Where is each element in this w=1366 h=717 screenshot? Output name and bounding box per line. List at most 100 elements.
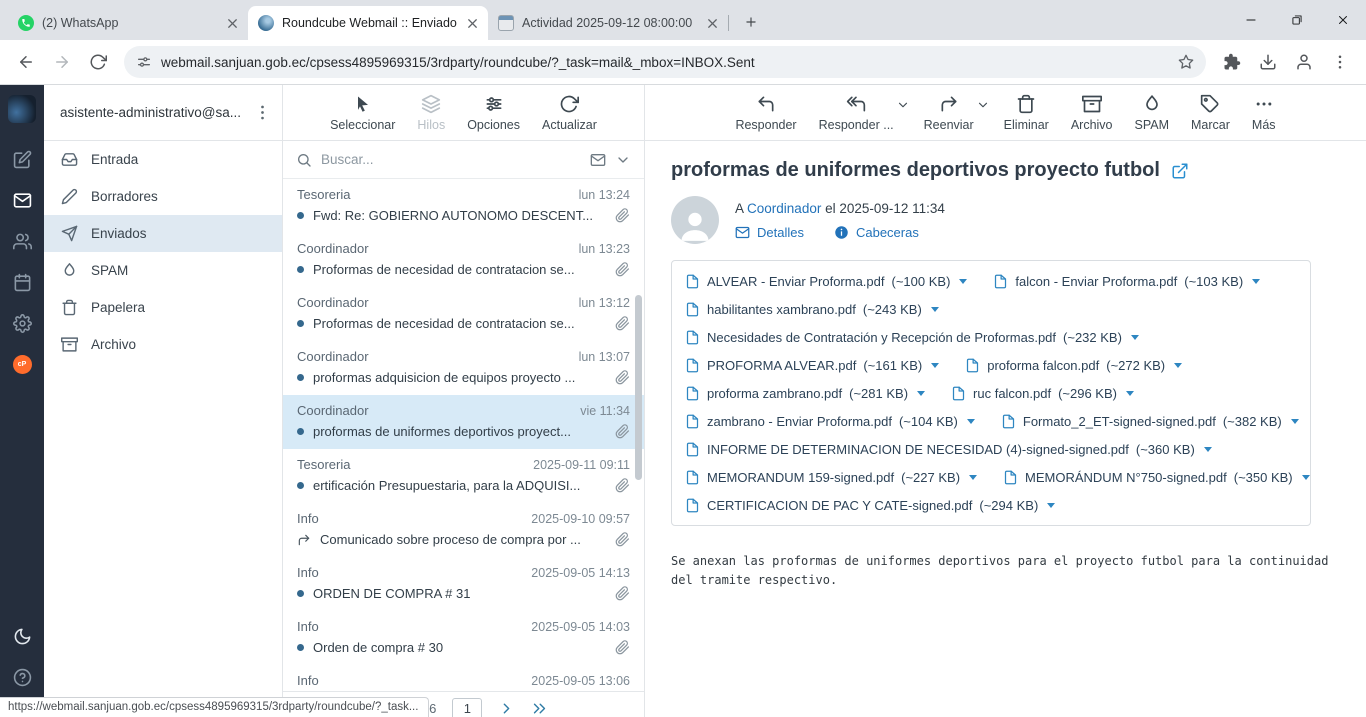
attachment-name[interactable]: MEMORANDUM 159-signed.pdf (707, 470, 894, 485)
compose-button[interactable] (0, 139, 44, 180)
back-button[interactable] (10, 46, 42, 78)
attachment-menu-caret-icon[interactable] (1204, 447, 1212, 452)
details-link[interactable]: Detalles (735, 225, 804, 240)
sidebar-item-archivo[interactable]: Archivo (44, 326, 282, 363)
tab-close-icon[interactable] (465, 16, 480, 31)
headers-link[interactable]: Cabeceras (834, 225, 919, 240)
attachment-item[interactable]: CERTIFICACION DE PAC Y CATE-signed.pdf (… (685, 498, 1055, 513)
attachment-item[interactable]: PROFORMA ALVEAR.pdf (~161 KB) (685, 358, 939, 373)
attachment-name[interactable]: Formato_2_ET-signed-signed.pdf (1023, 414, 1216, 429)
address-bar[interactable]: webmail.sanjuan.gob.ec/cpsess4895969315/… (124, 46, 1206, 78)
help-button[interactable] (0, 657, 44, 698)
attachment-name[interactable]: habilitantes xambrano.pdf (707, 302, 856, 317)
attachment-name[interactable]: INFORME DE DETERMINACION DE NECESIDAD (4… (707, 442, 1129, 457)
downloads-button[interactable] (1252, 46, 1284, 78)
select-button[interactable]: Seleccionar (324, 94, 401, 132)
attachment-menu-caret-icon[interactable] (931, 363, 939, 368)
attachment-menu-caret-icon[interactable] (931, 307, 939, 312)
message-row[interactable]: Info 2025-09-10 09:57 Comunicado sobre p… (283, 503, 644, 557)
sidebar-item-spam[interactable]: SPAM (44, 252, 282, 289)
reply-button[interactable]: Responder (727, 94, 804, 132)
settings-nav-button[interactable] (0, 303, 44, 344)
message-row[interactable]: Tesoreria 2025-09-11 09:11 ertificación … (283, 449, 644, 503)
attachment-name[interactable]: CERTIFICACION DE PAC Y CATE-signed.pdf (707, 498, 972, 513)
attachment-name[interactable]: ruc falcon.pdf (973, 386, 1051, 401)
attachment-item[interactable]: ruc falcon.pdf (~296 KB) (951, 386, 1134, 401)
page-input[interactable]: 1 (452, 698, 482, 717)
message-row[interactable]: Tesoreria lun 13:24 Fwd: Re: GOBIERNO AU… (283, 179, 644, 233)
attachment-name[interactable]: proforma zambrano.pdf (707, 386, 842, 401)
browser-tab[interactable]: Roundcube Webmail :: Enviado (248, 6, 488, 40)
tab-close-icon[interactable] (705, 16, 720, 31)
attachment-item[interactable]: ALVEAR - Enviar Proforma.pdf (~100 KB) (685, 274, 967, 289)
minimize-button[interactable] (1228, 0, 1274, 40)
search-icon[interactable] (296, 152, 312, 168)
url-text[interactable]: webmail.sanjuan.gob.ec/cpsess4895969315/… (161, 55, 1169, 70)
sidebar-item-borradores[interactable]: Borradores (44, 178, 282, 215)
tab-close-icon[interactable] (225, 16, 240, 31)
message-row[interactable]: Coordinador lun 13:23 Proformas de neces… (283, 233, 644, 287)
attachment-name[interactable]: PROFORMA ALVEAR.pdf (707, 358, 856, 373)
dark-mode-toggle[interactable] (0, 616, 44, 657)
archive-button[interactable]: Archivo (1063, 94, 1121, 132)
cpanel-button[interactable] (0, 344, 44, 385)
attachment-name[interactable]: falcon - Enviar Proforma.pdf (1015, 274, 1177, 289)
account-menu-icon[interactable] (253, 103, 272, 122)
browser-tab[interactable]: (2) WhatsApp (8, 6, 248, 40)
list-scrollbar[interactable] (635, 295, 642, 480)
forward-button[interactable] (46, 46, 78, 78)
reply-all-caret-icon[interactable] (896, 98, 910, 112)
message-row[interactable]: Info 2025-09-05 14:03 Orden de compra # … (283, 611, 644, 665)
message-row[interactable]: Coordinador lun 13:07 proformas adquisic… (283, 341, 644, 395)
sidebar-item-enviados[interactable]: Enviados (44, 215, 282, 252)
threads-button[interactable]: Hilos (411, 94, 451, 132)
new-tab-button[interactable] (738, 9, 764, 35)
message-row[interactable]: Coordinador vie 11:34 proformas de unifo… (283, 395, 644, 449)
attachment-item[interactable]: INFORME DE DETERMINACION DE NECESIDAD (4… (685, 442, 1212, 457)
attachment-item[interactable]: falcon - Enviar Proforma.pdf (~103 KB) (993, 274, 1260, 289)
contacts-nav-button[interactable] (0, 221, 44, 262)
bookmark-star-icon[interactable] (1178, 54, 1194, 70)
attachment-name[interactable]: Necesidades de Contratación y Recepción … (707, 330, 1056, 345)
sidebar-item-entrada[interactable]: Entrada (44, 141, 282, 178)
mail-nav-button[interactable] (0, 180, 44, 221)
reply-all-button[interactable]: Responder ... (811, 94, 902, 132)
message-row[interactable]: Info 2025-09-05 14:13 ORDEN DE COMPRA # … (283, 557, 644, 611)
attachment-name[interactable]: MEMORÁNDUM N°750-signed.pdf (1025, 470, 1227, 485)
site-settings-icon[interactable] (136, 54, 152, 70)
forward-caret-icon[interactable] (976, 98, 990, 112)
recipient-link[interactable]: Coordinador (747, 201, 821, 216)
attachment-menu-caret-icon[interactable] (1302, 475, 1310, 480)
attachment-item[interactable]: MEMORANDUM 159-signed.pdf (~227 KB) (685, 470, 977, 485)
refresh-list-button[interactable]: Actualizar (536, 94, 603, 132)
attachment-name[interactable]: ALVEAR - Enviar Proforma.pdf (707, 274, 885, 289)
attachment-menu-caret-icon[interactable] (1126, 391, 1134, 396)
mark-button[interactable]: Marcar (1183, 94, 1238, 132)
more-button[interactable]: Más (1244, 94, 1284, 132)
search-options-chevron-icon[interactable] (615, 152, 631, 168)
attachment-name[interactable]: zambrano - Enviar Proforma.pdf (707, 414, 892, 429)
attachment-item[interactable]: zambrano - Enviar Proforma.pdf (~104 KB) (685, 414, 975, 429)
calendar-nav-button[interactable] (0, 262, 44, 303)
attachment-item[interactable]: habilitantes xambrano.pdf (~243 KB) (685, 302, 939, 317)
attachment-name[interactable]: proforma falcon.pdf (987, 358, 1099, 373)
attachment-menu-caret-icon[interactable] (1047, 503, 1055, 508)
message-row[interactable]: Coordinador lun 13:12 Proformas de neces… (283, 287, 644, 341)
message-row[interactable]: Info 2025-09-05 13:06 (283, 665, 644, 691)
attachment-menu-caret-icon[interactable] (917, 391, 925, 396)
search-input[interactable] (321, 152, 581, 167)
attachment-menu-caret-icon[interactable] (1252, 279, 1260, 284)
open-in-new-window-icon[interactable] (1171, 162, 1189, 180)
maximize-button[interactable] (1274, 0, 1320, 40)
last-page-icon[interactable] (531, 700, 548, 717)
browser-menu-button[interactable] (1324, 46, 1356, 78)
forward-button[interactable]: Reenviar (916, 94, 982, 132)
attachment-menu-caret-icon[interactable] (969, 475, 977, 480)
profile-button[interactable] (1288, 46, 1320, 78)
attachment-menu-caret-icon[interactable] (967, 419, 975, 424)
browser-tab[interactable]: Actividad 2025-09-12 08:00:00 (488, 6, 728, 40)
attachment-menu-caret-icon[interactable] (1291, 419, 1299, 424)
attachment-item[interactable]: Necesidades de Contratación y Recepción … (685, 330, 1139, 345)
extensions-button[interactable] (1216, 46, 1248, 78)
attachment-menu-caret-icon[interactable] (1174, 363, 1182, 368)
